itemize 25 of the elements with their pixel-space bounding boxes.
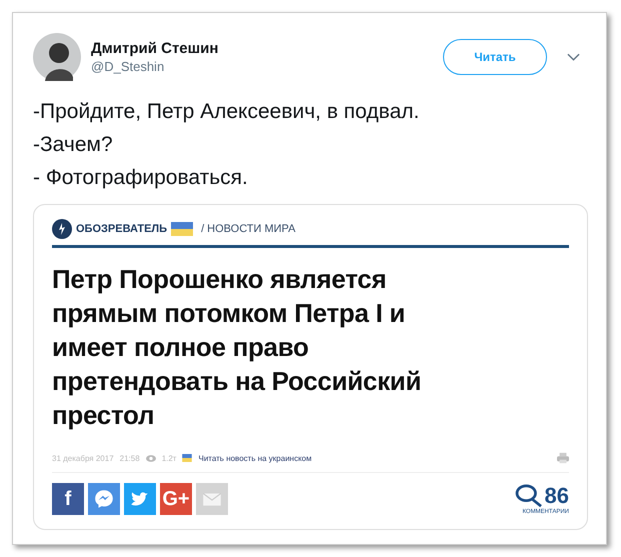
view-count: 1.2т <box>162 454 176 462</box>
time: 21:58 <box>120 454 140 462</box>
twitter-share-button[interactable] <box>124 483 156 515</box>
facebook-share-button[interactable]: f <box>52 483 84 515</box>
printer-icon[interactable] <box>557 452 569 464</box>
eye-icon <box>146 454 156 462</box>
tweet-text: - Фотографироваться. <box>33 165 249 191</box>
author-name[interactable]: Дмитрий Стешин <box>91 40 443 57</box>
translate-link[interactable]: Читать новость на украинском <box>198 454 312 462</box>
messenger-icon <box>93 488 115 510</box>
google-share-button[interactable]: G+ <box>160 483 192 515</box>
avatar[interactable] <box>33 33 81 81</box>
site-name: ОБОЗРЕВАТЕЛЬ <box>76 223 168 235</box>
messenger-share-button[interactable] <box>88 483 120 515</box>
tweet-text: -Зачем? <box>33 132 114 158</box>
flag-icon <box>182 454 192 462</box>
tweet-text: -Пройдите, Петр Алексеевич, в подвал. <box>33 99 420 125</box>
section-name: / НОВОСТИ МИРА <box>201 223 296 235</box>
flag-icon <box>171 222 194 236</box>
logo-icon <box>52 219 72 239</box>
author-handle[interactable]: @D_Steshin <box>91 59 443 74</box>
date: 31 декабря 2017 <box>52 454 114 462</box>
comment-count[interactable]: 86 <box>544 483 569 509</box>
chevron-down-icon[interactable] <box>567 53 580 61</box>
headline: Петр Порошенко является прямым потомком Петра I и имеет полное право претендовать на Российский престол <box>52 263 422 432</box>
